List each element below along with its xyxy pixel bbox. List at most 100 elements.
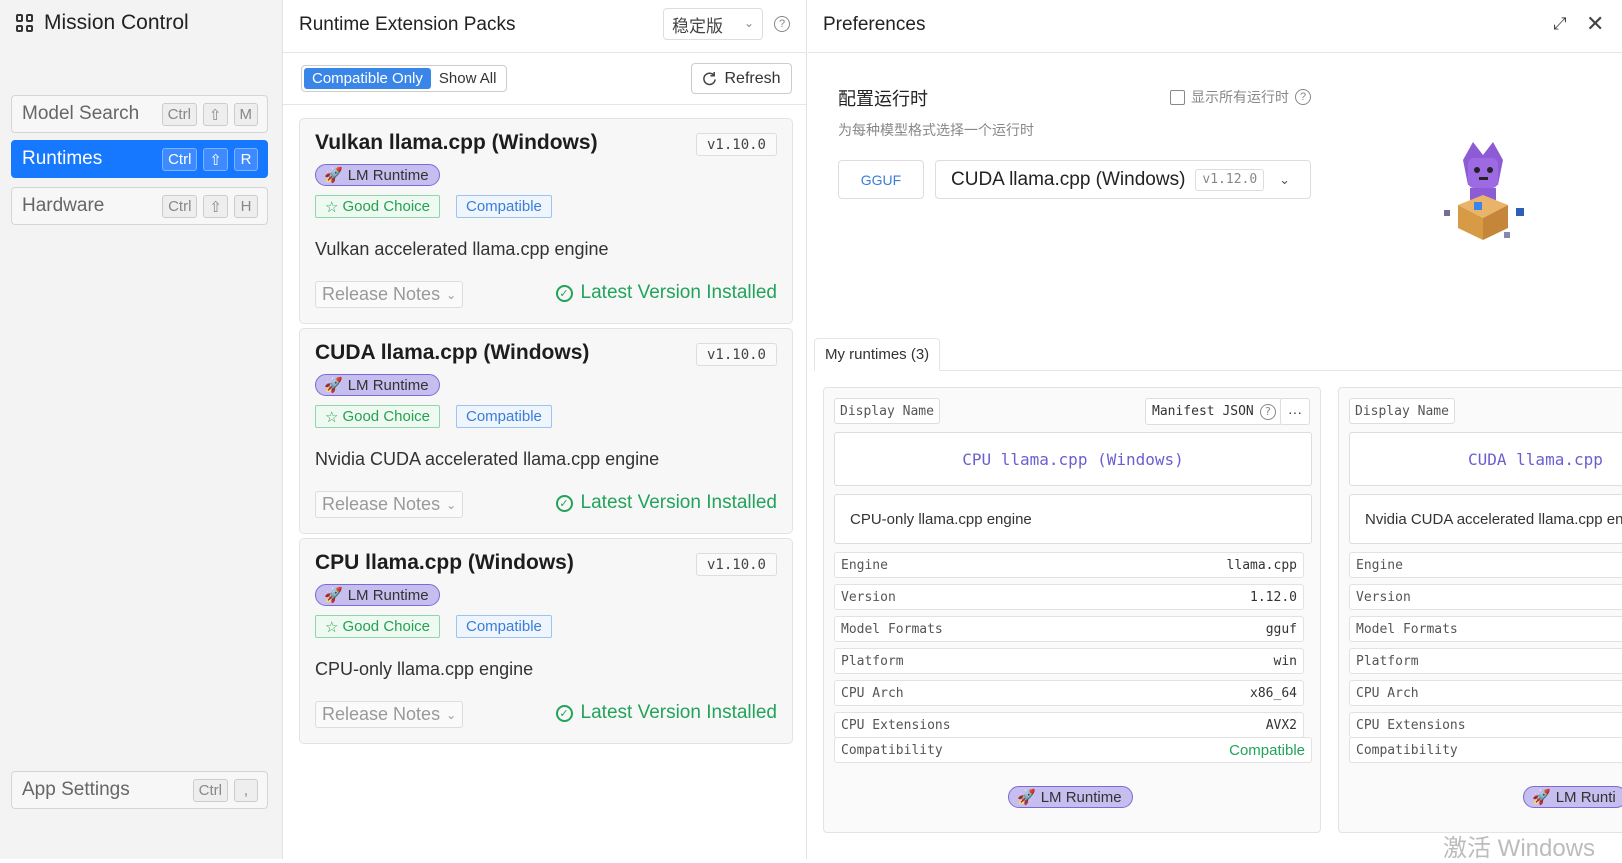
release-notes-button[interactable]: Release Notes ⌄ [315,701,463,728]
good-choice-tag: ☆ Good Choice [315,405,441,428]
lm-runtime-badge: 🚀 LM Runtime [315,584,440,606]
version-badge: v1.10.0 [695,343,777,366]
version-badge: v1.10.0 [695,133,777,156]
key-letter: H [234,195,258,218]
prop-row: Engine llama.cpp [834,552,1304,578]
good-choice-tag: ☆ Good Choice [315,195,441,218]
prop-row: CPU Extensions AVX2 [834,712,1304,738]
runtime-description: Nvidia CUDA accelerated llama.cpp eng [1349,494,1622,544]
key-ctrl: Ctrl [192,779,228,802]
help-icon: ? [1259,403,1276,420]
channel-value: 稳定版 [672,16,723,36]
preferences-panel: Preferences ⤢ ✕ 配置运行时 为每种模型格式选择一个运行时 显示所… [808,0,1622,859]
filter-bar: Compatible Only Show All Refresh [283,53,806,105]
runtime-tabs: My runtimes (3) [814,338,1622,371]
compatible-tag: Compatible [456,615,552,638]
prop-row: CPU Extensions [1349,712,1622,738]
compatible-tag: Compatible [456,405,552,428]
filter-show-all[interactable]: Show All [431,68,505,89]
key-ctrl: Ctrl [162,148,198,171]
version-badge: v1.10.0 [695,553,777,576]
filter-compatible-only[interactable]: Compatible Only [304,68,431,89]
close-icon[interactable]: ✕ [1586,11,1604,37]
mascot-illustration [1444,142,1524,240]
lm-runtime-badge: 🚀 LM Runtime [315,374,440,396]
shortcut-keys: Ctrl ⇧ R [162,148,258,171]
release-notes-button[interactable]: Release Notes ⌄ [315,281,463,308]
shortcut-keys: Ctrl ⇧ H [162,195,258,218]
prop-row: Platform win [834,648,1304,674]
sidebar-item-label: Runtimes [22,148,103,169]
prop-row: Model Formats [1349,616,1622,642]
pack-name: CPU llama.cpp (Windows) [315,551,574,574]
runtime-card: Display Name Manifest JSON? ··· CPU llam… [823,387,1321,833]
pack-description: Nvidia CUDA accelerated llama.cpp engine [315,449,660,469]
sidebar-item-hardware[interactable]: Hardware Ctrl ⇧ H [11,187,268,225]
key-letter: M [233,103,258,126]
panel-header: Preferences ⤢ ✕ [808,0,1622,53]
runtime-display-name: CPU llama.cpp (Windows) [834,432,1312,486]
display-name-label: Display Name [834,398,940,424]
pack-name: Vulkan llama.cpp (Windows) [315,131,598,154]
star-icon: ☆ [325,408,339,426]
prop-row: Version [1349,584,1622,610]
show-all-runtimes-checkbox[interactable]: 显示所有运行时 ? [1170,87,1311,107]
prop-row: Engine [1349,552,1622,578]
pack-description: CPU-only llama.cpp engine [315,659,534,679]
help-icon[interactable]: ? [774,16,790,32]
install-status: ✓ Latest Version Installed [555,282,777,304]
key-shift: ⇧ [203,148,228,171]
panel-title: Runtime Extension Packs [299,14,516,35]
lm-runtime-badge: 🚀 LM Runtime [1008,786,1133,808]
extension-packs-panel: Runtime Extension Packs 稳定版 ⌄ ? Compatib… [283,0,807,859]
panel-title: Preferences [823,14,926,35]
good-choice-tag: ☆ Good Choice [315,615,441,638]
rocket-icon: 🚀 [324,587,343,604]
pack-card: CUDA llama.cpp (Windows) v1.10.0 🚀 LM Run… [299,328,793,534]
pack-name: CUDA llama.cpp (Windows) [315,341,590,364]
checkbox[interactable] [1170,89,1185,105]
sidebar-item-label: Hardware [22,195,105,216]
runtime-display-name: CUDA llama.cpp [1349,432,1622,486]
key-shift: ⇧ [203,195,228,218]
rocket-icon: 🚀 [1532,789,1551,806]
model-format-label: GGUF [838,160,924,199]
key-ctrl: Ctrl [161,103,197,126]
rocket-icon: 🚀 [324,167,343,184]
check-circle-icon: ✓ [555,494,573,512]
runtime-card: Display Name CUDA llama.cpp Nvidia CUDA … [1338,387,1622,833]
refresh-label: Refresh [724,69,781,87]
version-badge: v1.12.0 [1195,168,1265,191]
more-options-button[interactable]: ··· [1280,398,1310,425]
star-icon: ☆ [325,618,339,636]
prop-row: Compatibility [1349,737,1622,763]
prop-row: Compatibility Compatible [834,737,1312,763]
windows-activation-watermark: 激活 Windows [1443,835,1596,862]
expand-icon[interactable]: ⤢ [1553,14,1567,34]
app-title: Mission Control [16,11,189,35]
channel-select[interactable]: 稳定版 ⌄ [663,8,763,40]
chevron-down-icon: ⌄ [446,707,457,722]
sidebar-item-runtimes[interactable]: Runtimes Ctrl ⇧ R [11,140,268,178]
chevron-down-icon: ⌄ [446,497,457,512]
prop-row: Platform [1349,648,1622,674]
sidebar-item-model-search[interactable]: Model Search Ctrl ⇧ M [11,95,268,133]
release-notes-button[interactable]: Release Notes ⌄ [315,491,463,518]
manifest-json-button[interactable]: Manifest JSON? [1145,398,1283,425]
prop-row: CPU Arch x86_64 [834,680,1304,706]
sidebar-item-app-settings[interactable]: App Settings Ctrl , [11,771,268,809]
chevron-down-icon: ⌄ [1279,172,1290,187]
chevron-down-icon: ⌄ [743,16,754,30]
sidebar-item-label: App Settings [22,779,130,800]
tab-my-runtimes[interactable]: My runtimes (3) [814,338,941,371]
refresh-button[interactable]: Refresh [691,63,792,94]
key-letter: R [234,148,258,171]
help-icon[interactable]: ? [1295,89,1311,105]
key-ctrl: Ctrl [162,195,198,218]
config-subtitle: 为每种模型格式选择一个运行时 [838,122,1034,138]
runtime-select[interactable]: CUDA llama.cpp (Windows) v1.12.0 ⌄ [935,160,1311,199]
pack-description: Vulkan accelerated llama.cpp engine [315,239,609,259]
config-title: 配置运行时 [838,89,928,109]
rocket-icon: 🚀 [1017,789,1036,806]
compatible-tag: Compatible [456,195,552,218]
